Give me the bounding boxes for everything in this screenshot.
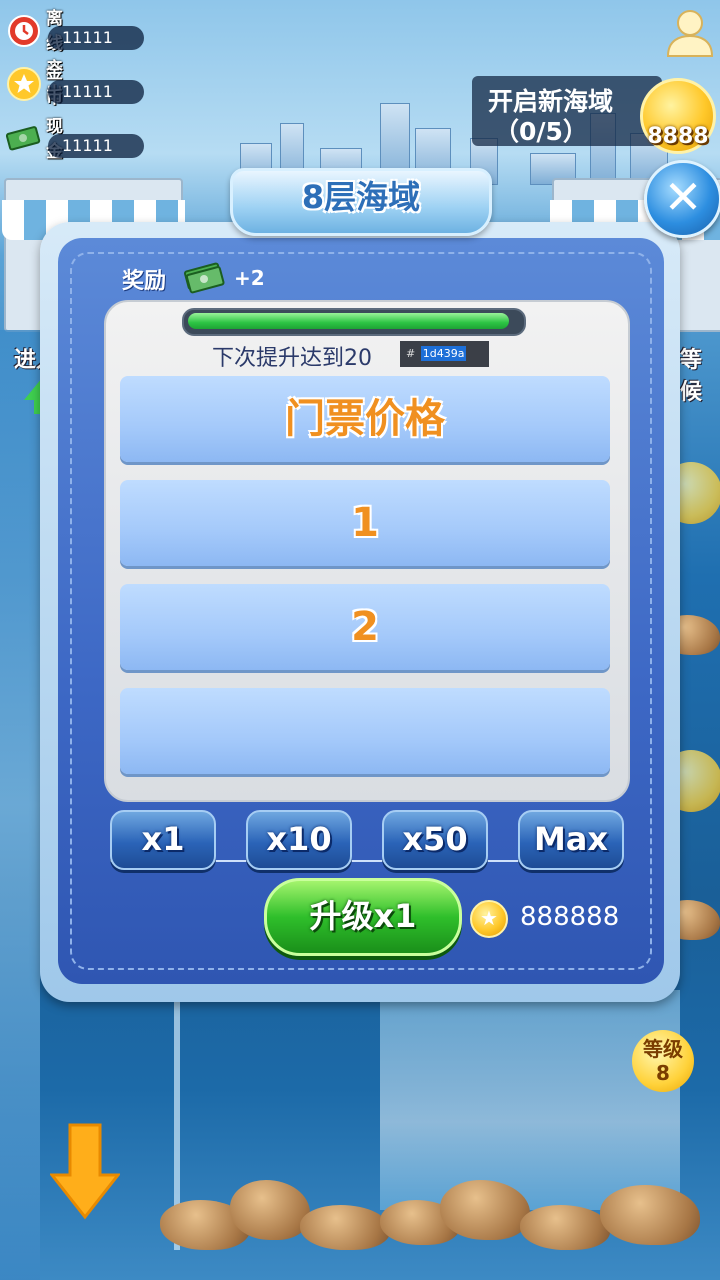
multiplier-x10-button[interactable]: x10 [246, 810, 352, 870]
new-sea-cost: 8888 [647, 124, 709, 149]
gold-value: 11111 [48, 80, 144, 104]
level-progress-fill [188, 313, 509, 329]
open-new-sea-progress: （0/5） [494, 117, 588, 146]
close-button[interactable]: ✕ [644, 160, 720, 238]
upgrade-cost: 888888 [520, 902, 620, 932]
user-icon[interactable] [664, 6, 716, 58]
level-badge-label: 等级 [643, 1037, 683, 1061]
offline-output-value: 11111 [48, 26, 144, 50]
hex-prefix: # [406, 347, 416, 360]
open-new-sea-panel[interactable]: 开启新海域 （0/5） [472, 76, 662, 146]
gold-coin-icon [7, 67, 41, 101]
stat-row-2: 2 [120, 584, 610, 670]
level-progress-bar [182, 308, 526, 336]
level-badge-value: 8 [656, 1061, 670, 1085]
level-badge[interactable]: 等级 8 [632, 1030, 694, 1092]
close-icon: ✕ [663, 170, 703, 224]
reward-label: 奖励 [122, 269, 167, 294]
rock [520, 1205, 610, 1250]
wait-label: 等候 [680, 348, 703, 405]
next-upgrade-text: 下次提升达到20 [212, 346, 372, 371]
rock [230, 1180, 310, 1240]
cash-value: 11111 [48, 134, 144, 158]
hex-value: 1d439a [420, 346, 467, 361]
scroll-down-arrow-icon[interactable] [50, 1120, 120, 1220]
left-waterfall [0, 330, 40, 1280]
multiplier-x50-button[interactable]: x50 [382, 810, 488, 870]
multiplier-max-button[interactable]: Max [518, 810, 624, 870]
upgrade-button[interactable]: 升级x1 [264, 878, 462, 956]
color-hex-field[interactable]: # 1d439a [400, 341, 489, 367]
stat-row-1: 1 [120, 480, 610, 566]
dialog-title: 8层海域 [301, 178, 421, 216]
gold-coin-icon: ★ [470, 900, 508, 938]
rock [300, 1205, 390, 1250]
multiplier-x1-button[interactable]: x1 [110, 810, 216, 870]
rock [600, 1185, 700, 1245]
cash-stack-icon [183, 262, 225, 294]
waterfall-foam [380, 990, 680, 1210]
reward-value: +2 [234, 266, 265, 290]
alarm-clock-icon [8, 15, 40, 47]
stat-row-3 [120, 688, 610, 774]
cash-stack-icon [6, 126, 41, 151]
stat-row-ticket-price: 门票价格 [120, 376, 610, 462]
